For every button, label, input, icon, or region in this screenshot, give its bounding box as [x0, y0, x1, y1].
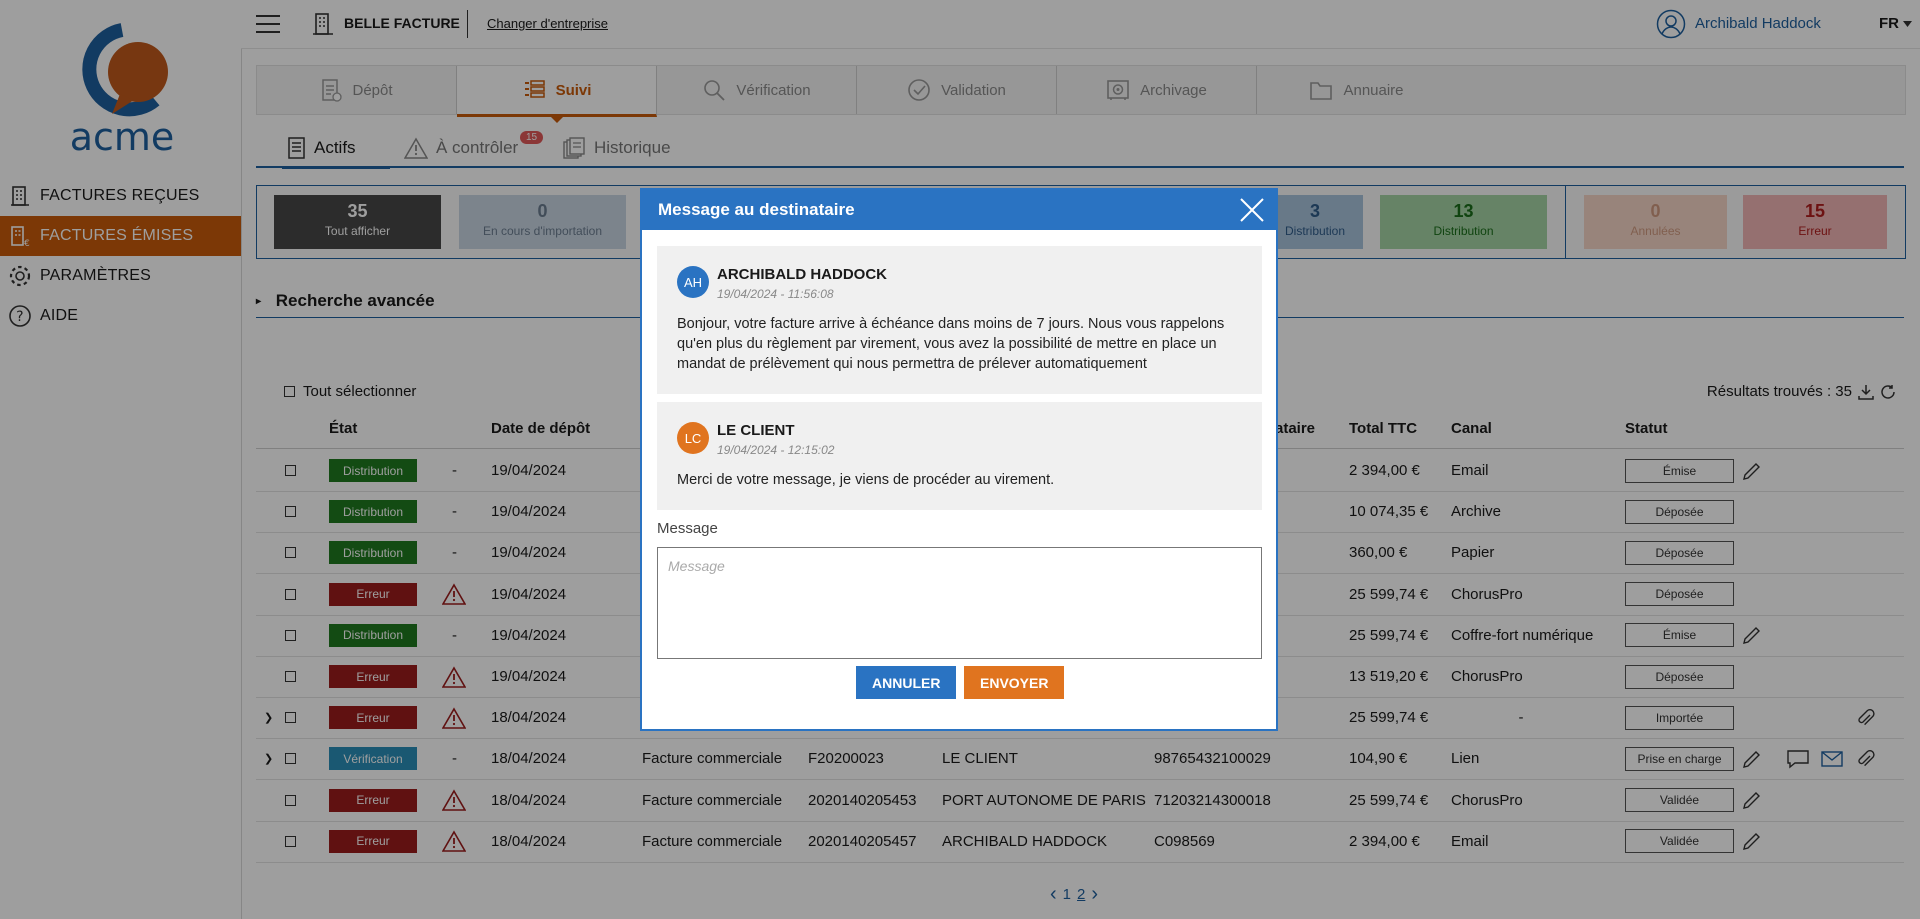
dialog-header: Message au destinataire: [642, 190, 1276, 230]
message-input[interactable]: [657, 547, 1262, 659]
message-dialog: Message au destinataire AH ARCHIBALD HAD…: [640, 188, 1278, 731]
message-card: LC LE CLIENT 19/04/2024 - 12:15:02 Merci…: [657, 402, 1262, 510]
message-date: 19/04/2024 - 11:56:08: [717, 287, 834, 301]
avatar: AH: [677, 266, 709, 298]
dialog-title: Message au destinataire: [658, 200, 855, 219]
message-field-label: Message: [657, 520, 718, 537]
close-icon[interactable]: [1238, 196, 1266, 224]
avatar: LC: [677, 422, 709, 454]
cancel-button[interactable]: ANNULER: [856, 666, 957, 699]
message-author: ARCHIBALD HADDOCK: [717, 266, 887, 283]
message-author: LE CLIENT: [717, 422, 795, 439]
send-button[interactable]: ENVOYER: [964, 666, 1065, 699]
message-text: Bonjour, votre facture arrive à échéance…: [677, 316, 1225, 372]
message-text: Merci de votre message, je viens de proc…: [677, 472, 1055, 488]
message-card: AH ARCHIBALD HADDOCK 19/04/2024 - 11:56:…: [657, 246, 1262, 394]
message-date: 19/04/2024 - 12:15:02: [717, 443, 835, 457]
